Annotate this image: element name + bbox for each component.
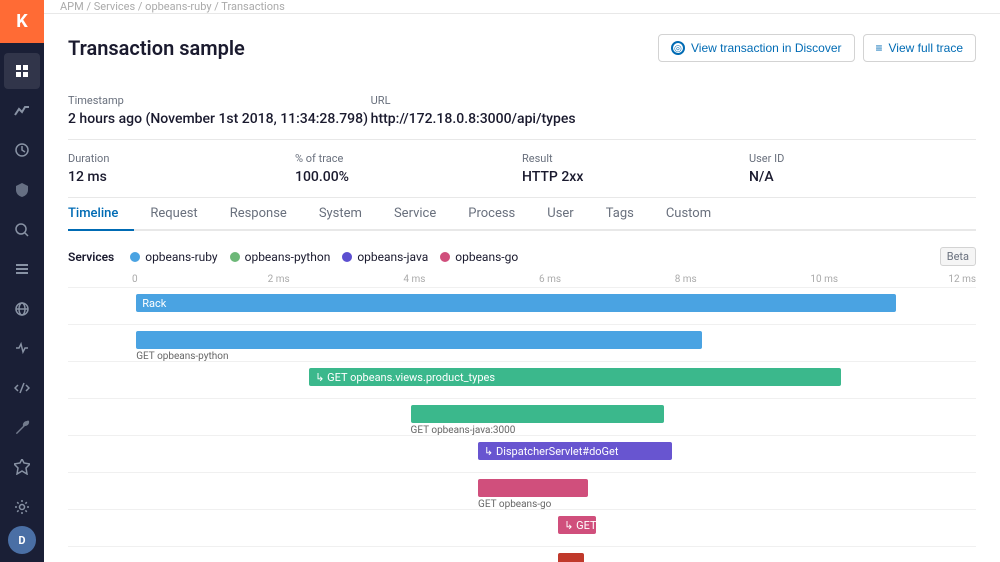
service-name-opbeans-java: opbeans-java <box>357 250 428 264</box>
breadcrumb: APM / Services / opbeans-ruby / Transact… <box>60 0 285 13</box>
tab-service[interactable]: Service <box>378 198 452 231</box>
tab-response[interactable]: Response <box>214 198 303 231</box>
axis-label-3: 6 ms <box>539 274 675 285</box>
trace-row-6: ↳ GET /api/types <box>68 509 976 546</box>
tab-bar: TimelineRequestResponseSystemServiceProc… <box>68 198 976 231</box>
tab-timeline[interactable]: Timeline <box>68 198 134 231</box>
service-badge-opbeans-go: opbeans-go <box>440 250 518 264</box>
pct-trace-col: % of trace 100.00% <box>295 140 522 197</box>
service-name-opbeans-python: opbeans-python <box>245 250 331 264</box>
section-header: Transaction sample ◎ View transaction in… <box>68 34 976 62</box>
axis-label-6: 12 ms <box>946 274 976 285</box>
result-label: Result <box>522 152 749 165</box>
discover-icon: ◎ <box>671 41 685 55</box>
favorite-icon[interactable] <box>4 449 40 485</box>
service-badge-opbeans-python: opbeans-python <box>230 250 331 264</box>
user-avatar[interactable]: D <box>8 526 36 554</box>
service-badge-opbeans-java: opbeans-java <box>342 250 428 264</box>
trace-bar-0: Rack <box>136 294 896 312</box>
service-name-opbeans-ruby: opbeans-ruby <box>145 250 217 264</box>
pct-trace-value: 100.00% <box>295 169 522 185</box>
view-trace-button[interactable]: ≡ View full trace <box>863 34 977 62</box>
pct-trace-label: % of trace <box>295 152 522 165</box>
url-value: http://172.18.0.8:3000/api/types <box>371 111 976 127</box>
content-area: Transaction sample ◎ View transaction in… <box>44 14 1000 562</box>
trace-rows: Rack GET opbeans-python ↳ GET opbeans.view… <box>68 287 976 562</box>
sidebar: K D <box>0 0 44 562</box>
axis-label-1: 2 ms <box>268 274 404 285</box>
services-label: Services <box>68 250 114 264</box>
axis-label-2: 4 ms <box>403 274 539 285</box>
apm-icon[interactable] <box>4 93 40 129</box>
result-col: Result HTTP 2xx <box>522 140 749 197</box>
shield-icon[interactable] <box>4 172 40 208</box>
trace-bar-1 <box>136 331 701 349</box>
tab-request[interactable]: Request <box>134 198 213 231</box>
trace-row-0: Rack <box>68 287 976 324</box>
trace-icon: ≡ <box>876 41 883 55</box>
beta-badge: Beta <box>940 247 976 266</box>
tab-user[interactable]: User <box>531 198 589 231</box>
trace-row-2: ↳ GET opbeans.views.product_types <box>68 361 976 398</box>
result-value: HTTP 2xx <box>522 169 749 185</box>
duration-label: Duration <box>68 152 295 165</box>
view-discover-button[interactable]: ◎ View transaction in Discover <box>658 34 855 62</box>
timestamp-value: 2 hours ago (November 1st 2018, 11:34:28… <box>68 111 371 127</box>
tab-system[interactable]: System <box>303 198 378 231</box>
map-icon[interactable] <box>4 291 40 327</box>
nav-icon[interactable] <box>4 251 40 287</box>
services-row: Services opbeans-ruby opbeans-python opbea… <box>68 247 976 266</box>
duration-col: Duration 12 ms <box>68 140 295 197</box>
tab-custom[interactable]: Custom <box>650 198 727 231</box>
service-badge-opbeans-ruby: opbeans-ruby <box>130 250 217 264</box>
explore-icon[interactable] <box>4 212 40 248</box>
trace-row-5: GET opbeans-go <box>68 472 976 509</box>
duration-value: 12 ms <box>68 169 295 185</box>
url-col: URL http://172.18.0.8:3000/api/types <box>371 82 976 139</box>
metrics-row: Duration 12 ms % of trace 100.00% Result… <box>68 140 976 198</box>
trace-bar-2: ↳ GET opbeans.views.product_types <box>309 368 841 386</box>
trace-row-7: SELECT FROM product_types <box>68 546 976 562</box>
code-icon[interactable] <box>4 370 40 406</box>
timestamp-col: Timestamp 2 hours ago (November 1st 2018… <box>68 82 371 139</box>
home-icon[interactable] <box>4 53 40 89</box>
topbar: APM / Services / opbeans-ruby / Transact… <box>44 0 1000 14</box>
service-dot-opbeans-java <box>342 252 352 262</box>
page-title: Transaction sample <box>68 36 245 60</box>
trace-bar-7 <box>558 553 583 562</box>
tab-process[interactable]: Process <box>452 198 531 231</box>
trace-bar-4: ↳ DispatcherServlet#doGet <box>478 442 672 460</box>
userid-value: N/A <box>749 169 976 185</box>
trace-row-1: GET opbeans-python <box>68 324 976 361</box>
logo-icon[interactable]: K <box>0 0 44 43</box>
service-dot-opbeans-python <box>230 252 240 262</box>
axis-label-5: 10 ms <box>810 274 946 285</box>
wrench-icon[interactable] <box>4 410 40 446</box>
axis-label-4: 8 ms <box>675 274 811 285</box>
main-content: APM / Services / opbeans-ruby / Transact… <box>44 0 1000 562</box>
timestamp-label: Timestamp <box>68 94 371 107</box>
axis-label-0: 0 <box>132 274 268 285</box>
discover-button-label: View transaction in Discover <box>691 41 842 55</box>
url-label: URL <box>371 94 976 107</box>
clock-icon[interactable] <box>4 133 40 169</box>
trace-button-label: View full trace <box>889 41 963 55</box>
timestamp-url-row: Timestamp 2 hours ago (November 1st 2018… <box>68 82 976 140</box>
service-name-opbeans-go: opbeans-go <box>455 250 518 264</box>
trace-row-4: ↳ DispatcherServlet#doGet <box>68 435 976 472</box>
trace-bar-5 <box>478 479 588 497</box>
service-dot-opbeans-ruby <box>130 252 140 262</box>
settings-icon[interactable] <box>4 489 40 525</box>
timeline-area: 02 ms4 ms6 ms8 ms10 ms12 ms Rack GET opbe… <box>68 274 976 562</box>
header-actions: ◎ View transaction in Discover ≡ View fu… <box>658 34 976 62</box>
heartbeat-icon[interactable] <box>4 331 40 367</box>
userid-col: User ID N/A <box>749 140 976 197</box>
trace-bar-3 <box>411 405 664 423</box>
userid-label: User ID <box>749 152 976 165</box>
trace-bar-6: ↳ GET /api/types <box>558 516 596 534</box>
axis-labels: 02 ms4 ms6 ms8 ms10 ms12 ms <box>68 274 976 285</box>
trace-row-3: GET opbeans-java:3000 <box>68 398 976 435</box>
service-dot-opbeans-go <box>440 252 450 262</box>
tab-tags[interactable]: Tags <box>590 198 650 231</box>
